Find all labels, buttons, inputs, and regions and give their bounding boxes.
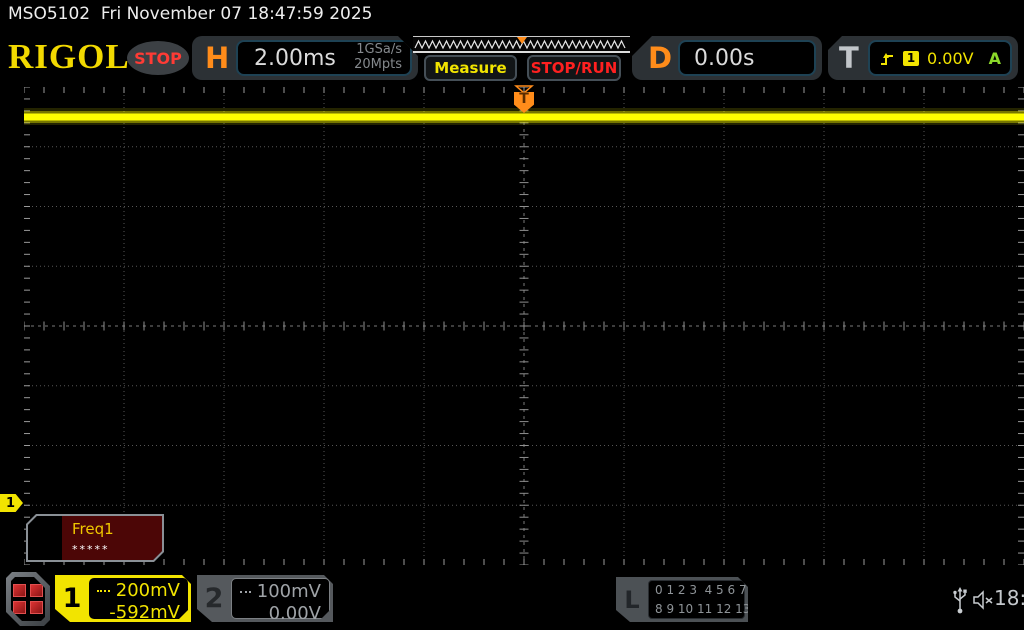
timebase-box: 2.00ms 1GSa/s 20Mpts [236,40,412,76]
channel2-number: 2 [204,583,224,614]
delay-value: 0.00s [694,45,755,71]
measurement-thumbnail [28,516,62,560]
logic-label: L [624,585,640,614]
channel1-number: 1 [62,583,82,614]
usb-icon [953,587,967,614]
trigger-sweep-mode: A [988,48,1001,68]
channel2-values-box: 100mV 0.00V [231,578,330,619]
dc-coupling-icon [97,590,110,592]
channel1-badge[interactable]: 1 200mV -592mV [55,575,191,622]
waveform-preview-strip[interactable] [413,36,630,53]
memory-depth: 20Mpts [354,57,402,72]
run-state-label: STOP [134,48,182,68]
sample-rate: 1GSa/s [356,42,402,58]
trigger-settings-button[interactable]: T 1 0.00V A [828,36,1018,80]
channel2-badge[interactable]: 2 100mV 0.00V [197,575,333,622]
menu-grid-icon [11,577,45,621]
oscilloscope-screen: MSO5102 Fri November 07 18:47:59 2025 RI… [0,0,1024,630]
trigger-label: T [839,41,859,75]
model-datetime-text: MSO5102 Fri November 07 18:47:59 2025 [8,4,373,24]
rising-edge-icon [881,52,893,65]
stop-run-button[interactable]: STOP/RUN [527,55,621,81]
measurement-freq1-box[interactable]: Freq1 ***** [26,514,164,562]
menu-grid-square [30,601,43,614]
channel1-marker-number: 1 [6,495,16,511]
acquisition-rates: 1GSa/s 20Mpts [354,43,410,73]
timebase-value: 2.00ms [254,45,336,71]
channel-menu-button[interactable] [6,572,50,626]
run-state-badge: STOP [127,41,189,75]
channel2-offset: 0.00V [268,603,321,624]
rigol-logo: RIGOL [8,37,130,76]
measure-button[interactable]: Measure [424,55,517,81]
delay-label: D [648,41,673,75]
logic-channels-box: 0 1 2 3 4 5 6 7 8 9 10 11 12 13 14 15 [648,580,745,619]
logic-channels-badge[interactable]: L 0 1 2 3 4 5 6 7 8 9 10 11 12 13 14 15 [616,577,748,622]
channel2-scale: 100mV [256,581,321,602]
menu-grid-square [13,601,26,614]
horizontal-settings-button[interactable]: H 2.00ms 1GSa/s 20Mpts [192,36,418,80]
graticule [23,86,1024,566]
channel1-values-box: 200mV -592mV [89,578,188,619]
channel1-offset: -592mV [109,602,180,623]
logic-row1: 0 1 2 3 4 5 6 7 [655,582,747,597]
trigger-box: 1 0.00V A [868,40,1012,76]
menu-grid-square [13,584,26,597]
measure-button-label: Measure [434,59,507,77]
preview-trigger-position-icon [516,37,527,44]
clock-text: 18:47 [994,586,1024,610]
trigger-marker-letter: T [519,91,529,107]
horizontal-label: H [205,41,230,75]
delay-settings-button[interactable]: D 0.00s [632,36,822,80]
channel1-scale: 200mV [115,580,180,601]
stop-run-button-label: STOP/RUN [530,59,618,77]
measurement-value: ***** [72,543,110,556]
logic-row2: 8 9 10 11 12 13 14 15 [655,601,789,616]
menu-grid-square [30,584,43,597]
sound-muted-icon [973,590,993,610]
measurement-name: Freq1 [72,520,114,538]
delay-box: 0.00s [678,40,816,76]
dc-coupling-icon [240,591,251,593]
trigger-source-badge: 1 [903,50,919,66]
graticule-grid [23,86,1024,566]
trigger-level-value: 0.00V [927,48,974,68]
channel1-ground-marker[interactable]: 1 [0,494,23,512]
